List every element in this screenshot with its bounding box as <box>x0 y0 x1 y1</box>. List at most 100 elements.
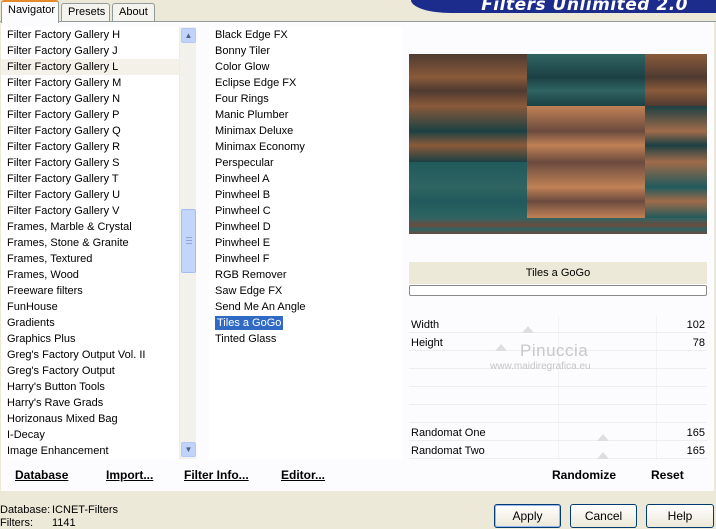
randomize-link[interactable]: Randomize <box>552 468 616 482</box>
category-item[interactable]: Filter Factory Gallery H <box>1 27 179 43</box>
help-button[interactable]: Help <box>646 504 714 528</box>
parameter-row[interactable]: Width 102 <box>409 316 707 334</box>
preview-tile <box>645 162 707 218</box>
category-item[interactable]: Filter Factory Gallery J <box>1 43 179 59</box>
category-item[interactable]: Gradients <box>1 315 179 331</box>
category-item[interactable]: Filter Factory Gallery N <box>1 91 179 107</box>
filter-item-label: Perspecular <box>215 157 274 169</box>
filters-status: Filters: 1141 <box>0 517 76 529</box>
filter-item[interactable]: Bonny Tiler <box>209 43 402 59</box>
category-item[interactable]: Frames, Textured <box>1 251 179 267</box>
slider-thumb[interactable] <box>495 344 508 351</box>
reset-link[interactable]: Reset <box>651 468 684 482</box>
filter-item[interactable]: Pinwheel E <box>209 235 402 251</box>
category-item[interactable]: Horizonaus Mixed Bag <box>1 411 179 427</box>
tab-about[interactable]: About <box>112 3 155 22</box>
tab-presets[interactable]: Presets <box>61 3 110 22</box>
tab-bar: Navigator Presets About Filters Unlimite… <box>0 0 716 23</box>
category-item[interactable]: Filter Factory Gallery V <box>1 203 179 219</box>
preview-tile <box>527 106 645 162</box>
scroll-thumb[interactable] <box>181 209 196 273</box>
slider-thumb[interactable] <box>596 452 609 459</box>
category-item[interactable]: Filter Factory Gallery M <box>1 75 179 91</box>
category-item[interactable]: Filter Factory Gallery Q <box>1 123 179 139</box>
filter-item-selected[interactable]: Tiles a GoGo <box>209 315 402 331</box>
category-item[interactable]: Filter Factory Gallery R <box>1 139 179 155</box>
filter-item-label: Saw Edge FX <box>215 285 283 297</box>
category-item[interactable]: Greg's Factory Output <box>1 363 179 379</box>
filter-item[interactable]: Pinwheel F <box>209 251 402 267</box>
scroll-up-button[interactable]: ▲ <box>181 28 196 43</box>
import-link[interactable]: Import... <box>106 468 153 482</box>
filter-item[interactable]: Eclipse Edge FX <box>209 75 402 91</box>
filter-item[interactable]: Perspecular <box>209 155 402 171</box>
filter-item[interactable]: Minimax Economy <box>209 139 402 155</box>
parameter-row <box>409 388 707 406</box>
parameter-value: 78 <box>692 337 705 349</box>
preview-tile <box>409 106 527 162</box>
filter-item[interactable]: Black Edge FX <box>209 27 402 43</box>
filter-item[interactable]: Saw Edge FX <box>209 283 402 299</box>
filter-item[interactable]: Manic Plumber <box>209 107 402 123</box>
category-item[interactable]: Harry's Rave Grads <box>1 395 179 411</box>
filter-item-label: Send Me An Angle <box>215 301 306 313</box>
filter-item[interactable]: Pinwheel D <box>209 219 402 235</box>
category-item[interactable]: Graphics Plus <box>1 331 179 347</box>
category-item[interactable]: Freeware filters <box>1 283 179 299</box>
category-item[interactable]: FunHouse <box>1 299 179 315</box>
category-item[interactable]: Filter Factory Gallery P <box>1 107 179 123</box>
cancel-button[interactable]: Cancel <box>570 504 637 528</box>
scroll-down-button[interactable]: ▼ <box>181 442 196 457</box>
category-item[interactable]: Harry's Button Tools <box>1 379 179 395</box>
filter-item[interactable]: Tinted Glass <box>209 331 402 347</box>
parameter-row[interactable]: Randomat One 165 <box>409 424 707 442</box>
apply-button[interactable]: Apply <box>494 504 561 528</box>
category-item[interactable]: Filter Factory Gallery T <box>1 171 179 187</box>
progress-bar <box>409 285 707 296</box>
filter-item[interactable]: Pinwheel A <box>209 171 402 187</box>
filter-item[interactable]: Send Me An Angle <box>209 299 402 315</box>
database-status: Database: ICNET-Filters <box>0 504 118 516</box>
category-item[interactable]: I-Decay <box>1 427 179 443</box>
database-status-label: Database: <box>0 504 51 516</box>
filter-item-label: Bonny Tiler <box>215 45 271 57</box>
category-item[interactable]: Filter Factory Gallery S <box>1 155 179 171</box>
filter-item[interactable]: RGB Remover <box>209 267 402 283</box>
filter-item[interactable]: Minimax Deluxe <box>209 123 402 139</box>
editor-link[interactable]: Editor... <box>281 468 325 482</box>
filter-item[interactable]: Four Rings <box>209 91 402 107</box>
filter-item-label: Pinwheel D <box>215 221 271 233</box>
filters-status-label: Filters: <box>0 517 33 529</box>
category-item[interactable]: Filter Factory Gallery U <box>1 187 179 203</box>
parameter-row[interactable]: Randomat Two 165 <box>409 442 707 460</box>
filter-info-link[interactable]: Filter Info... <box>184 468 249 482</box>
category-list[interactable]: Filter Factory Gallery H Filter Factory G… <box>1 27 179 459</box>
filter-item-label: Black Edge FX <box>215 29 288 41</box>
parameter-value: 102 <box>686 319 705 331</box>
filter-item-label: Four Rings <box>215 93 269 105</box>
filter-item-label: Pinwheel E <box>215 237 271 249</box>
filter-item-label: Pinwheel C <box>215 205 271 217</box>
filter-item[interactable]: Pinwheel C <box>209 203 402 219</box>
parameter-label: Width <box>411 319 440 331</box>
category-scrollbar[interactable]: ▲ ▼ <box>179 27 196 459</box>
parameter-row <box>409 406 707 424</box>
slider-thumb[interactable] <box>522 326 535 333</box>
category-item[interactable]: Frames, Marble & Crystal <box>1 219 179 235</box>
database-link[interactable]: Database <box>15 468 68 482</box>
filter-item-label: Pinwheel B <box>215 189 271 201</box>
category-item[interactable]: Greg's Factory Output Vol. II <box>1 347 179 363</box>
slider-thumb[interactable] <box>596 434 609 441</box>
filter-item-label: Pinwheel A <box>215 173 270 185</box>
filter-item[interactable]: Pinwheel B <box>209 187 402 203</box>
filter-list[interactable]: Black Edge FX Bonny Tiler Color Glow Eclips… <box>209 27 402 459</box>
category-item[interactable]: Image Enhancement <box>1 443 179 459</box>
category-item[interactable]: Frames, Wood <box>1 267 179 283</box>
category-item[interactable]: Filter Factory Gallery L <box>1 59 179 75</box>
filter-item-label: Color Glow <box>215 61 270 73</box>
preview-tile <box>645 54 707 106</box>
category-item[interactable]: Frames, Stone & Granite <box>1 235 179 251</box>
filter-item-label: Eclipse Edge FX <box>215 77 297 89</box>
filter-item[interactable]: Color Glow <box>209 59 402 75</box>
tab-navigator[interactable]: Navigator <box>1 0 59 23</box>
